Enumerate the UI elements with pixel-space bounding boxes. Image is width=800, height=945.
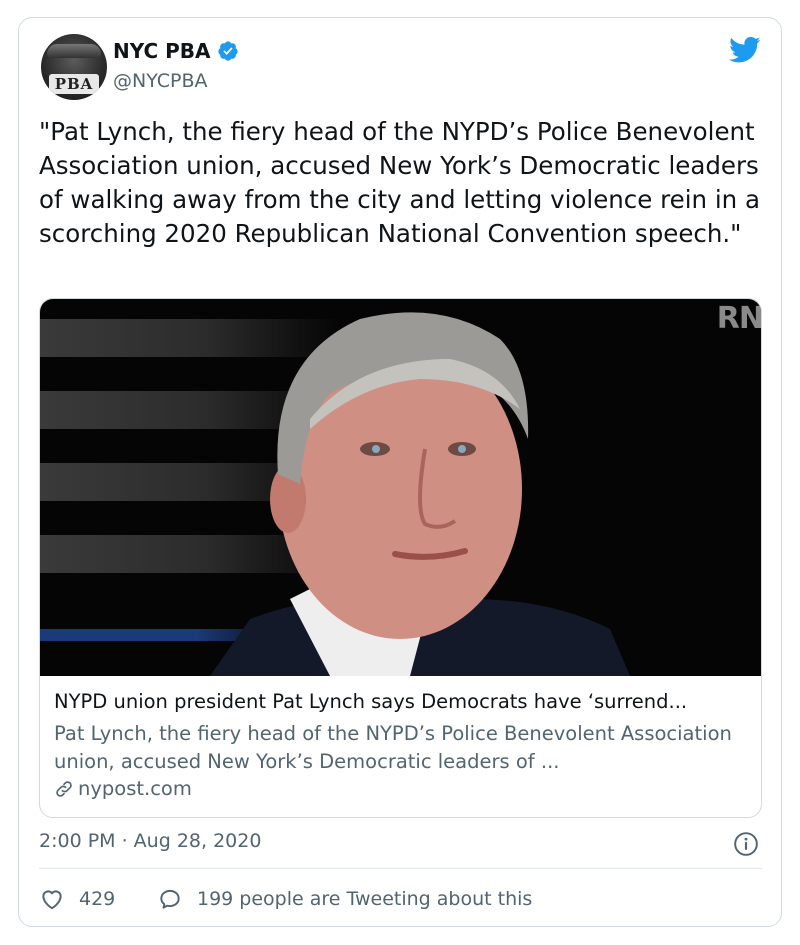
conversation-text: 199 people are Tweeting about this xyxy=(197,888,533,910)
like-button[interactable]: 429 xyxy=(39,886,115,912)
divider xyxy=(39,868,762,869)
link-preview-image[interactable]: RN xyxy=(40,299,762,676)
tweet-timestamp[interactable]: 2:00 PM · Aug 28, 2020 xyxy=(39,830,261,852)
link-preview-card[interactable]: RN NYPD union president Pat Lynch says D… xyxy=(39,298,762,818)
avatar-badge-text: PBA xyxy=(49,74,99,94)
avatar[interactable]: PBA xyxy=(41,34,107,100)
twitter-bird-icon[interactable] xyxy=(729,36,761,64)
speech-bubble-icon xyxy=(160,889,180,909)
tweet-text: "Pat Lynch, the fiery head of the NYPD’s… xyxy=(39,117,760,248)
verified-badge-icon xyxy=(217,41,238,61)
link-title[interactable]: NYPD union president Pat Lynch says Demo… xyxy=(54,690,749,713)
author-name-row[interactable]: NYC PBA xyxy=(113,39,239,63)
avatar-cap-shape xyxy=(47,44,101,58)
tweet-card: PBA NYC PBA @NYCPBA "Pat Lynch, the fier… xyxy=(18,17,782,927)
video-watermark: RN xyxy=(716,301,762,336)
link-domain[interactable]: nypost.com xyxy=(54,777,192,800)
display-name[interactable]: NYC PBA xyxy=(113,39,211,63)
conversation-button[interactable]: 199 people are Tweeting about this xyxy=(157,886,532,912)
heart-icon xyxy=(42,890,62,910)
info-icon[interactable] xyxy=(733,831,759,857)
author-handle[interactable]: @NYCPBA xyxy=(113,70,208,92)
link-icon xyxy=(56,780,72,797)
link-domain-text: nypost.com xyxy=(78,777,192,800)
link-description: Pat Lynch, the fiery head of the NYPD’s … xyxy=(54,722,732,773)
like-count: 429 xyxy=(79,888,116,910)
portrait-figure xyxy=(210,312,630,676)
